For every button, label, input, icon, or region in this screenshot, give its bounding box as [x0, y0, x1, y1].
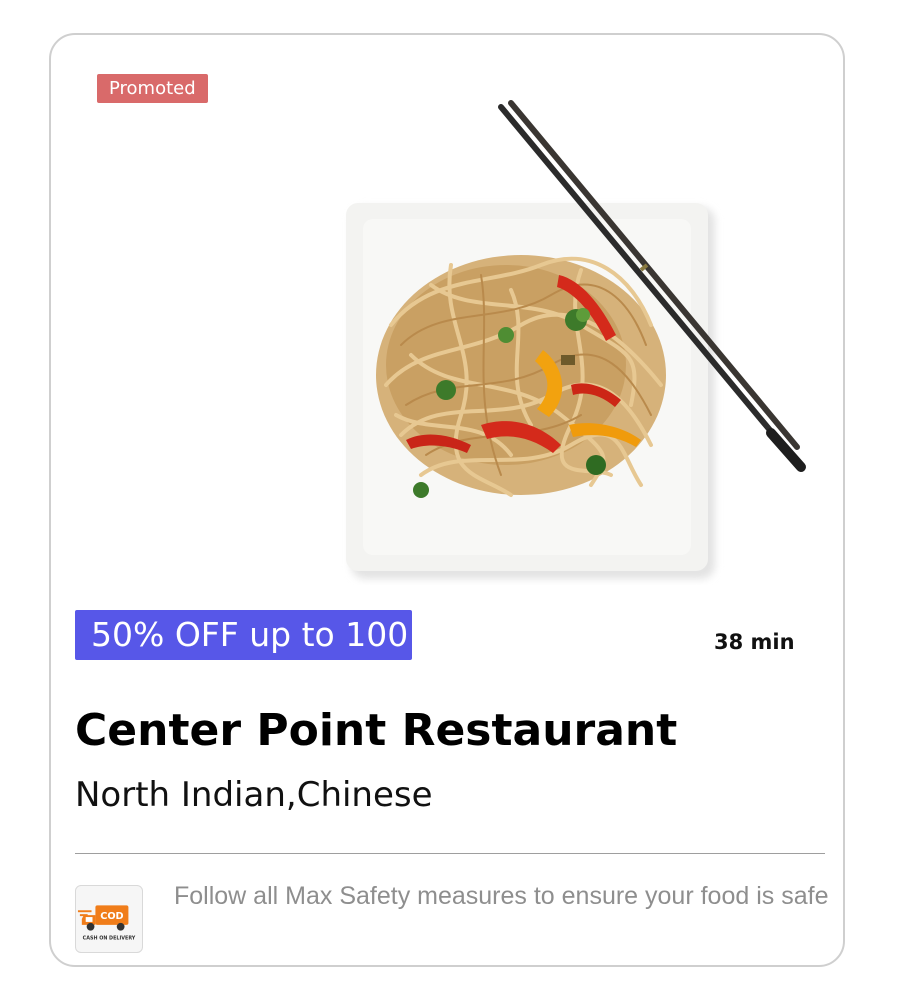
cod-label: COD: [100, 911, 123, 922]
cuisine-list: North Indian,Chinese: [75, 775, 433, 815]
safety-message: Follow all Max Safety measures to ensure…: [174, 882, 829, 910]
divider: [75, 853, 825, 854]
restaurant-name[interactable]: Center Point Restaurant: [75, 705, 677, 756]
delivery-time: 38 min: [714, 630, 795, 654]
cod-caption: CASH ON DELIVERY: [83, 935, 136, 941]
discount-offer-badge: 50% OFF up to 100: [75, 610, 412, 660]
cash-on-delivery-icon: COD CASH ON DELIVERY: [75, 885, 143, 953]
food-image: [346, 100, 806, 579]
cod-truck-icon: COD CASH ON DELIVERY: [77, 905, 136, 941]
restaurant-card[interactable]: Promoted 50% OFF up to 100 38 min Center…: [49, 33, 845, 967]
promoted-badge: Promoted: [97, 74, 208, 103]
noodles: [376, 255, 666, 497]
